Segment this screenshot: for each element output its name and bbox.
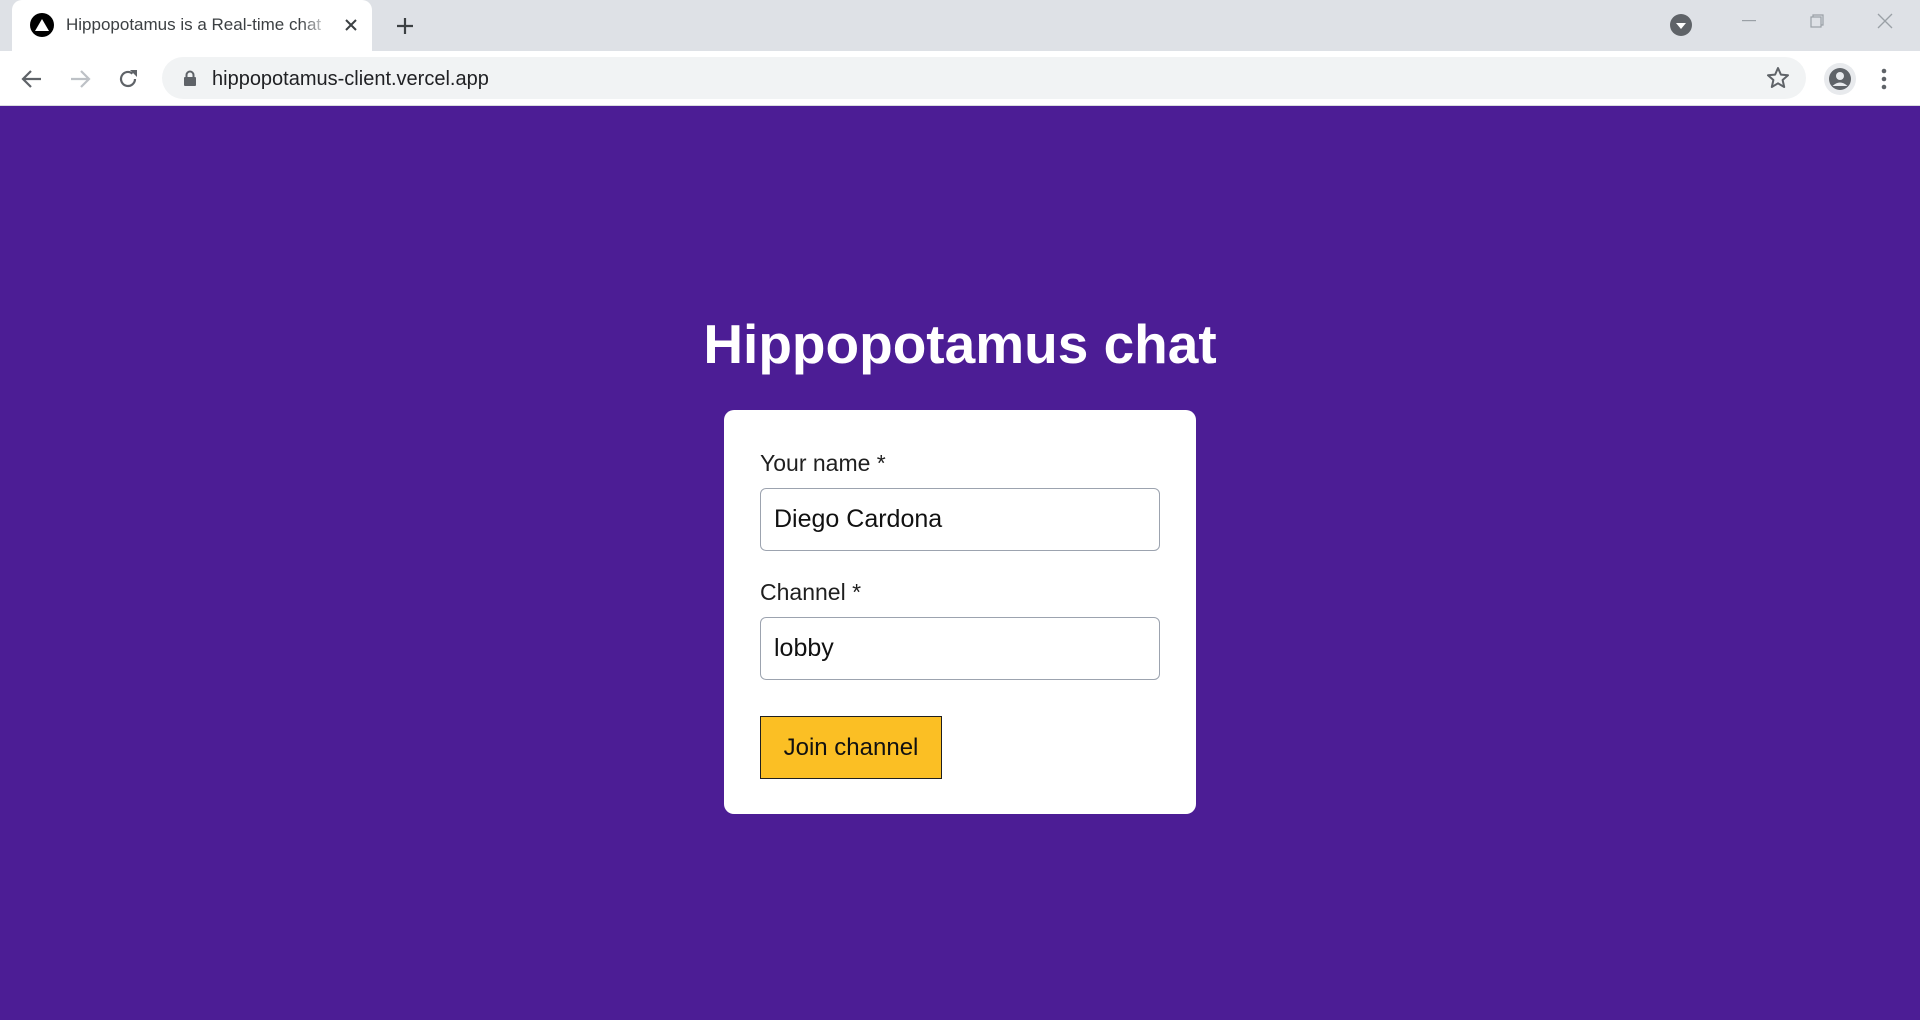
channel-input[interactable] — [760, 617, 1160, 680]
profile-icon[interactable] — [1824, 63, 1856, 95]
channel-label: Channel * — [760, 579, 862, 605]
tab-search-icon[interactable] — [1668, 12, 1694, 38]
name-input[interactable] — [760, 488, 1160, 551]
kebab-menu-icon[interactable] — [1872, 63, 1896, 95]
plus-icon[interactable] — [390, 11, 420, 41]
close-icon[interactable] — [339, 13, 363, 37]
name-label: Your name * — [760, 450, 886, 476]
address-bar[interactable]: hippopotamus-client.vercel.app — [162, 57, 1806, 99]
browser-tab-bar: Hippopotamus is a Real-time chat — [0, 0, 1920, 51]
page-title: Hippopotamus chat — [703, 313, 1217, 375]
lock-icon[interactable] — [182, 70, 198, 86]
join-channel-button[interactable]: Join channel — [760, 716, 942, 779]
star-icon[interactable] — [1766, 66, 1790, 90]
reload-icon[interactable] — [112, 63, 144, 95]
join-form-card: Your name * Channel * Join channel — [724, 410, 1196, 814]
tab-title-fade — [300, 10, 340, 40]
window-close-icon[interactable] — [1854, 0, 1916, 42]
back-arrow-icon[interactable] — [16, 63, 48, 95]
tab-title: Hippopotamus is a Real-time chat — [66, 15, 322, 34]
forward-arrow-icon[interactable] — [64, 63, 96, 95]
page-content: Hippopotamus chat Your name * Channel * … — [0, 106, 1920, 1020]
url-text[interactable]: hippopotamus-client.vercel.app — [212, 68, 489, 91]
browser-toolbar: hippopotamus-client.vercel.app — [0, 51, 1920, 106]
vercel-triangle-icon — [30, 13, 54, 37]
restore-icon[interactable] — [1786, 0, 1848, 42]
minimize-icon[interactable] — [1718, 0, 1780, 42]
browser-tab-active[interactable]: Hippopotamus is a Real-time chat — [12, 0, 372, 51]
